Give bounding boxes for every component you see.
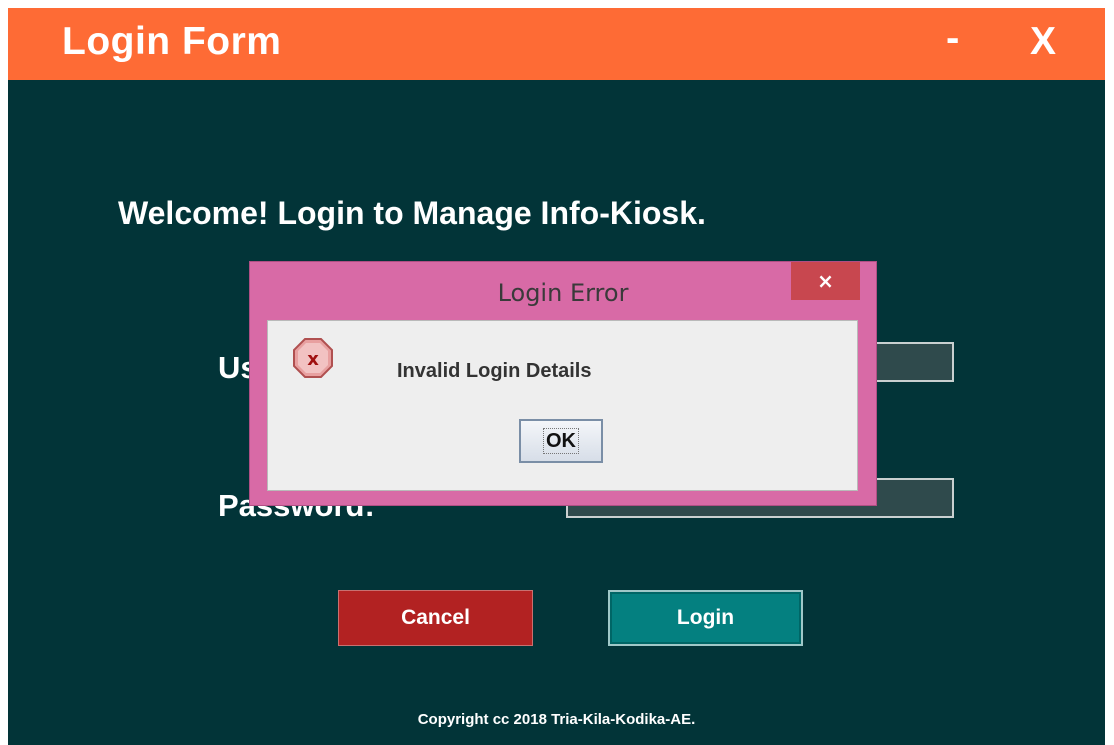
dialog-body: x Invalid Login Details OK — [267, 320, 858, 491]
close-button[interactable]: X — [1030, 20, 1056, 64]
window-title: Login Form — [62, 20, 282, 63]
title-bar[interactable]: Login Form - X — [8, 8, 1105, 80]
ok-button-label: OK — [543, 428, 579, 454]
dialog-close-button[interactable]: × — [791, 262, 860, 300]
dialog-title: Login Error — [497, 279, 629, 307]
error-icon: x — [293, 338, 333, 378]
welcome-heading: Welcome! Login to Manage Info-Kiosk. — [118, 195, 706, 231]
copyright-text: Copyright cc 2018 Tria-Kila-Kodika-AE. — [417, 711, 696, 728]
login-button[interactable]: Login — [608, 590, 803, 646]
cancel-button[interactable]: Cancel — [338, 590, 533, 646]
svg-text:x: x — [307, 349, 319, 370]
login-error-dialog: Login Error × x Invalid Login Details OK — [250, 262, 876, 505]
minimize-button[interactable]: - — [946, 16, 959, 61]
dialog-message: Invalid Login Details — [397, 360, 592, 382]
ok-button[interactable]: OK — [519, 419, 603, 463]
